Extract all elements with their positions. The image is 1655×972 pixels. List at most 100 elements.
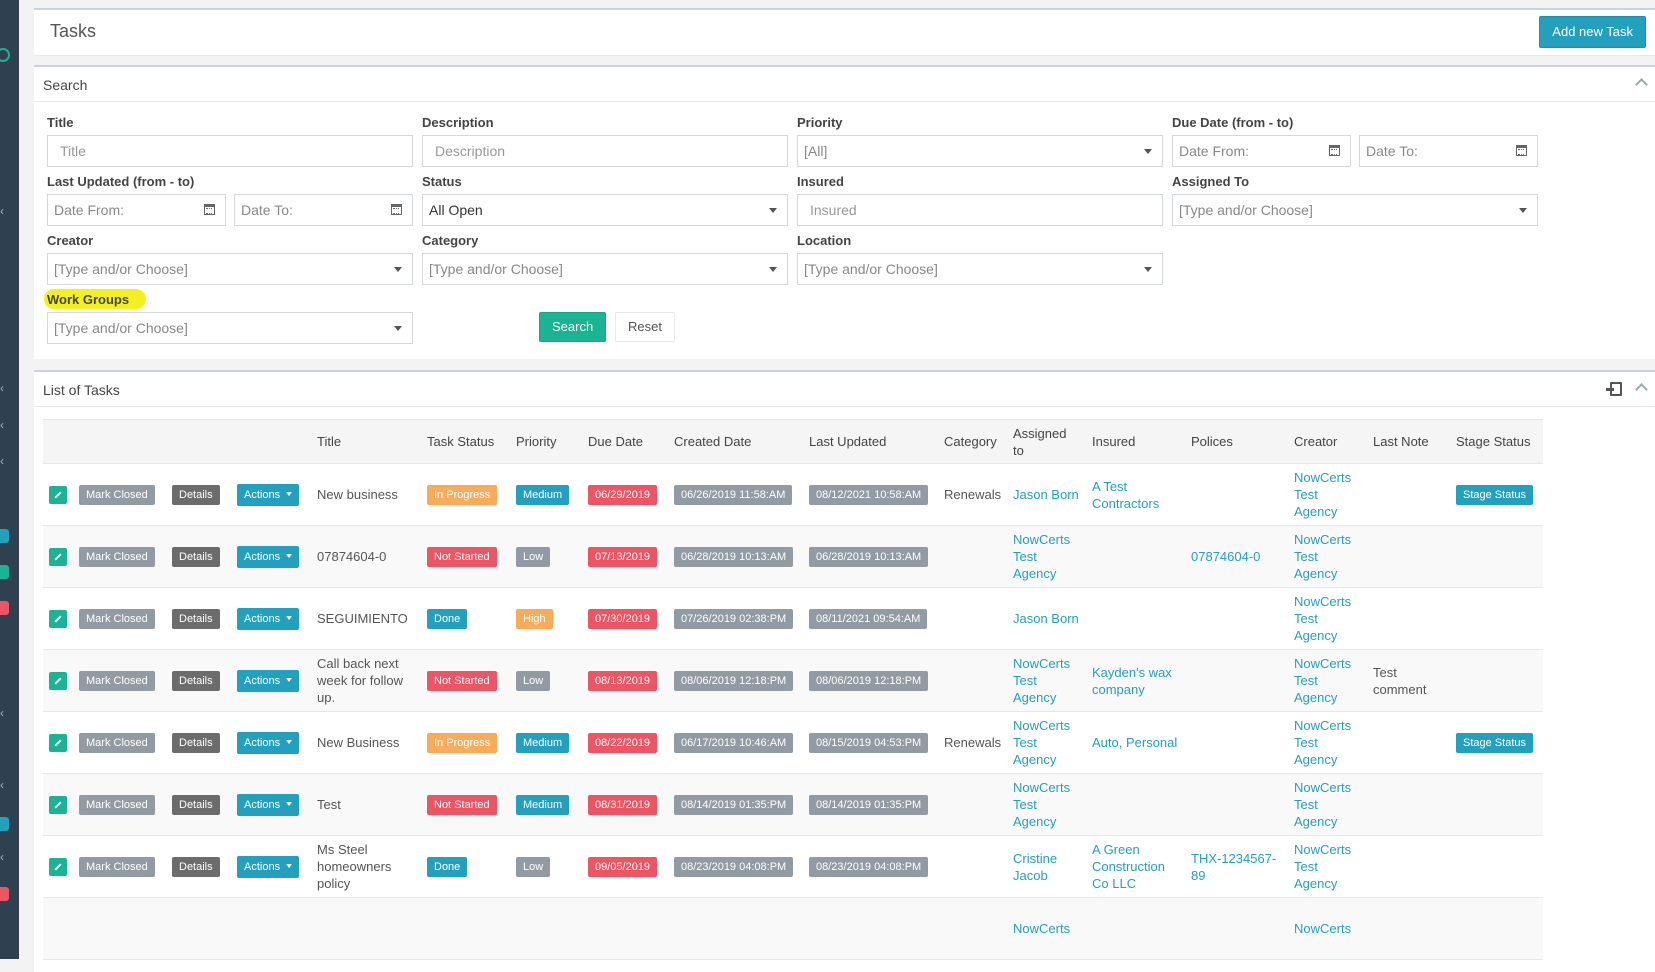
- assigned-to-select[interactable]: [Type and/or Choose]: [1172, 194, 1538, 226]
- details-button[interactable]: Details: [172, 856, 220, 877]
- stage-status-button[interactable]: Stage Status: [1456, 484, 1533, 505]
- insured-link[interactable]: Auto, Personal: [1086, 711, 1185, 774]
- creator-link[interactable]: NowCerts Test Agency: [1288, 463, 1367, 526]
- work-groups-select[interactable]: [Type and/or Choose]: [47, 312, 413, 344]
- assigned-to-link[interactable]: Jason Born: [1007, 587, 1086, 650]
- calendar-icon[interactable]: [204, 204, 215, 215]
- actions-dropdown-button[interactable]: Actions: [237, 855, 300, 878]
- column-header-task-status[interactable]: Task Status: [421, 419, 510, 464]
- policy-link[interactable]: 07874604-0: [1185, 525, 1288, 588]
- details-button[interactable]: Details: [172, 546, 220, 567]
- assigned-to-link[interactable]: NowCerts Test Agency: [1007, 773, 1086, 836]
- column-header-category[interactable]: Category: [938, 419, 1007, 464]
- creator-link[interactable]: NowCerts Test Agency: [1288, 525, 1367, 588]
- chevron-left-icon[interactable]: ‹: [0, 204, 19, 218]
- reset-button[interactable]: Reset: [615, 312, 675, 342]
- edit-icon[interactable]: [49, 671, 67, 690]
- search-button[interactable]: Search: [539, 312, 607, 342]
- mark-closed-button[interactable]: Mark Closed: [79, 732, 155, 753]
- column-header-due-date[interactable]: Due Date: [582, 419, 668, 464]
- policy-link[interactable]: [1185, 463, 1288, 526]
- assigned-to-link[interactable]: NowCerts: [1007, 897, 1086, 960]
- insured-link[interactable]: [1086, 897, 1185, 960]
- chevron-left-icon[interactable]: ‹: [0, 454, 19, 468]
- column-header-stage-status[interactable]: Stage Status: [1450, 419, 1543, 464]
- column-header-polices[interactable]: Polices: [1185, 419, 1288, 464]
- assigned-to-link[interactable]: NowCerts Test Agency: [1007, 649, 1086, 712]
- actions-dropdown-button[interactable]: Actions: [237, 669, 300, 692]
- description-input[interactable]: Description: [422, 135, 788, 167]
- actions-dropdown-button[interactable]: Actions: [237, 793, 300, 816]
- assigned-to-link[interactable]: NowCerts Test Agency: [1007, 711, 1086, 774]
- column-header-created-date[interactable]: Created Date: [668, 419, 803, 464]
- stage-status-button[interactable]: Stage Status: [1456, 732, 1533, 753]
- column-header-priority[interactable]: Priority: [510, 419, 582, 464]
- actions-dropdown-button[interactable]: Actions: [237, 483, 300, 506]
- mark-closed-button[interactable]: Mark Closed: [79, 608, 155, 629]
- title-input[interactable]: Title: [47, 135, 413, 167]
- insured-link[interactable]: [1086, 773, 1185, 836]
- edit-icon[interactable]: [49, 795, 67, 814]
- due-date-to-input[interactable]: Date To:: [1359, 135, 1538, 167]
- policy-link[interactable]: [1185, 773, 1288, 836]
- creator-link[interactable]: NowCerts: [1288, 897, 1367, 960]
- add-new-task-button[interactable]: Add new Task: [1539, 16, 1646, 48]
- location-select[interactable]: [Type and/or Choose]: [797, 253, 1163, 285]
- edit-icon[interactable]: [49, 609, 67, 628]
- priority-select[interactable]: [All]: [797, 135, 1163, 167]
- mark-closed-button[interactable]: Mark Closed: [79, 856, 155, 877]
- details-button[interactable]: Details: [172, 484, 220, 505]
- creator-select[interactable]: [Type and/or Choose]: [47, 253, 413, 285]
- creator-link[interactable]: NowCerts Test Agency: [1288, 773, 1367, 836]
- mark-closed-button[interactable]: Mark Closed: [79, 484, 155, 505]
- actions-dropdown-button[interactable]: Actions: [237, 607, 300, 630]
- policy-link[interactable]: [1185, 897, 1288, 960]
- status-select[interactable]: All Open: [422, 194, 788, 226]
- export-icon[interactable]: [1606, 382, 1622, 396]
- assigned-to-link[interactable]: NowCerts Test Agency: [1007, 525, 1086, 588]
- column-header-title[interactable]: Title: [311, 419, 421, 464]
- creator-link[interactable]: NowCerts Test Agency: [1288, 587, 1367, 650]
- assigned-to-link[interactable]: Cristine Jacob: [1007, 835, 1086, 898]
- edit-icon[interactable]: [49, 733, 67, 752]
- mark-closed-button[interactable]: Mark Closed: [79, 546, 155, 567]
- insured-link[interactable]: [1086, 587, 1185, 650]
- calendar-icon[interactable]: [1516, 145, 1527, 156]
- insured-link[interactable]: [1086, 525, 1185, 588]
- details-button[interactable]: Details: [172, 670, 220, 691]
- policy-link[interactable]: [1185, 711, 1288, 774]
- policy-link[interactable]: THX-1234567-89: [1185, 835, 1288, 898]
- last-updated-from-input[interactable]: Date From:: [47, 194, 226, 226]
- edit-icon[interactable]: [49, 485, 67, 504]
- actions-dropdown-button[interactable]: Actions: [237, 731, 300, 754]
- chevron-left-icon[interactable]: ‹: [0, 778, 19, 792]
- chevron-left-icon[interactable]: ‹: [0, 850, 19, 864]
- insured-link[interactable]: Kayden's wax company: [1086, 649, 1185, 712]
- calendar-icon[interactable]: [1329, 145, 1340, 156]
- details-button[interactable]: Details: [172, 732, 220, 753]
- mark-closed-button[interactable]: Mark Closed: [79, 670, 155, 691]
- assigned-to-link[interactable]: Jason Born: [1007, 463, 1086, 526]
- chevron-left-icon[interactable]: ‹: [0, 381, 19, 395]
- insured-link[interactable]: A Green Construction Co LLC: [1086, 835, 1185, 898]
- insured-input[interactable]: Insured: [797, 194, 1163, 226]
- creator-link[interactable]: NowCerts Test Agency: [1288, 835, 1367, 898]
- details-button[interactable]: Details: [172, 608, 220, 629]
- last-updated-to-input[interactable]: Date To:: [234, 194, 413, 226]
- policy-link[interactable]: [1185, 587, 1288, 650]
- chevron-left-icon[interactable]: ‹: [0, 418, 19, 432]
- policy-link[interactable]: [1185, 649, 1288, 712]
- column-header-assigned-to[interactable]: Assigned to: [1007, 419, 1086, 464]
- creator-link[interactable]: NowCerts Test Agency: [1288, 649, 1367, 712]
- column-header-insured[interactable]: Insured: [1086, 419, 1185, 464]
- search-icon[interactable]: [0, 48, 10, 62]
- details-button[interactable]: Details: [172, 794, 220, 815]
- mark-closed-button[interactable]: Mark Closed: [79, 794, 155, 815]
- due-date-from-input[interactable]: Date From:: [1172, 135, 1351, 167]
- creator-link[interactable]: NowCerts Test Agency: [1288, 711, 1367, 774]
- column-header-creator[interactable]: Creator: [1288, 419, 1367, 464]
- calendar-icon[interactable]: [391, 204, 402, 215]
- insured-link[interactable]: A Test Contractors: [1086, 463, 1185, 526]
- collapse-icon[interactable]: [1635, 383, 1648, 396]
- column-header-last-updated[interactable]: Last Updated: [803, 419, 938, 464]
